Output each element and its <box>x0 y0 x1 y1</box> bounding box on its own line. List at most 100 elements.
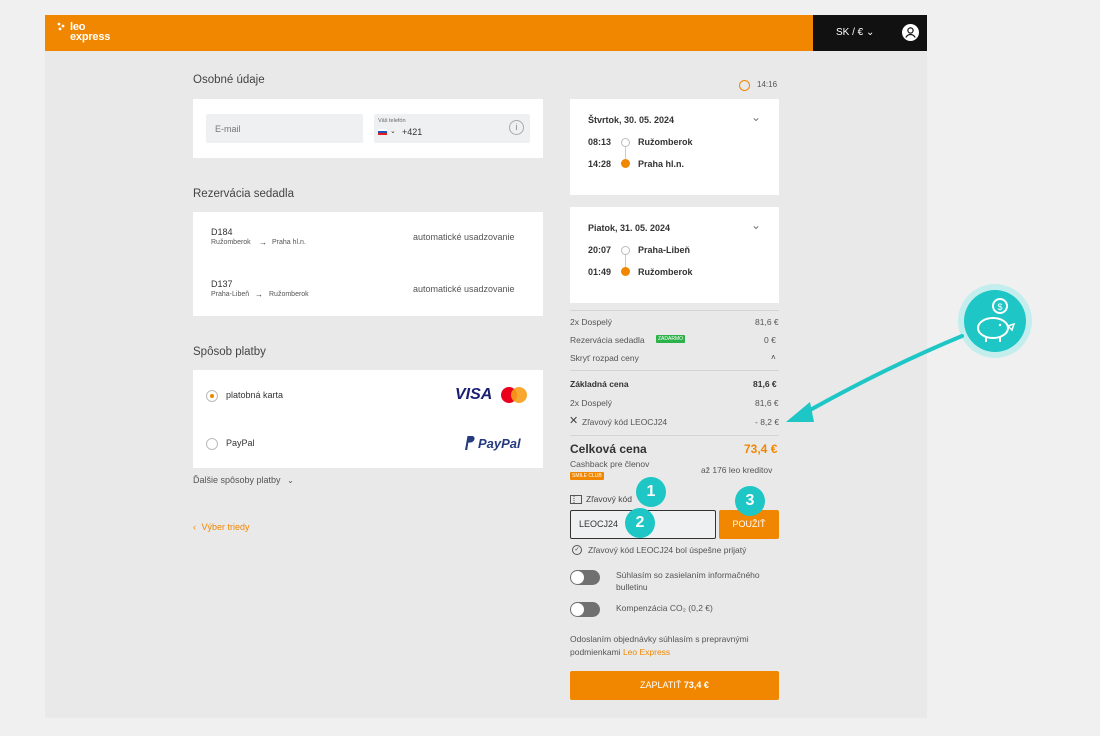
back-to-class-label: Výber triedy <box>201 522 250 532</box>
arrival-station: Ružomberok <box>638 267 693 277</box>
seat-card: D184 Ružomberok → Praha hl.n. automatick… <box>193 212 543 316</box>
route-to: Ružomberok <box>269 291 309 298</box>
total-price-value: 73,4 € <box>744 442 778 456</box>
divider <box>570 370 779 371</box>
arrival-time: 14:28 <box>588 159 612 169</box>
payment-card: platobná karta VISA PayPal PayPal <box>193 370 543 468</box>
trip-card-return[interactable]: Piatok, 31. 05. 2024 ⌄ 20:07 Praha-Libeň… <box>570 207 779 303</box>
phone-field[interactable]: Váš telefón ⌄ +421 i <box>374 114 530 143</box>
language-currency-selector[interactable]: SK / € ⌄ <box>836 27 874 38</box>
info-icon[interactable]: i <box>509 120 524 135</box>
terms-text-prefix: podmienkami <box>570 647 621 657</box>
train-number: D137 <box>211 279 233 289</box>
chevron-down-icon[interactable]: ⌄ <box>751 110 761 124</box>
arrival-dot-icon <box>621 159 630 168</box>
cashback-value: až 176 leo kreditov <box>701 465 773 475</box>
payment-radio-paypal[interactable] <box>206 438 218 450</box>
arrival-station: Praha hl.n. <box>638 159 685 169</box>
promo-code-value: LEOCJ24 <box>579 519 619 529</box>
payment-option-paypal-label[interactable]: PayPal <box>226 438 255 448</box>
payment-option-card-label[interactable]: platobná karta <box>226 390 283 400</box>
co2-toggle[interactable] <box>570 602 600 617</box>
chevron-down-icon[interactable]: ⌄ <box>390 127 396 135</box>
arrival-dot-icon <box>621 267 630 276</box>
promo-code-label: Zľavový kód <box>586 494 632 504</box>
train-number: D184 <box>211 227 233 237</box>
departure-dot-icon <box>621 138 630 147</box>
remove-discount-icon[interactable]: ✕ <box>569 414 578 427</box>
more-payment-methods-link[interactable]: Ďalšie spôsoby platby ⌄ <box>193 475 294 485</box>
chevron-down-icon[interactable]: ⌄ <box>751 218 761 232</box>
departure-station: Praha-Libeň <box>638 245 691 255</box>
divider <box>570 310 779 311</box>
phone-label: Váš telefón <box>378 118 406 124</box>
seat-reservation-label: Rezervácia sedadla <box>570 335 645 345</box>
promo-success-message: Zľavový kód LEOCJ24 bol úspešne prijatý <box>588 545 747 555</box>
total-price-label: Celková cena <box>570 442 647 456</box>
base-price-value: 81,6 € <box>753 379 777 389</box>
phone-prefix: +421 <box>402 127 423 137</box>
terms-link[interactable]: Leo Express <box>623 647 670 657</box>
back-to-class-link[interactable]: ‹ Výber triedy <box>193 522 250 532</box>
ticket-icon <box>570 495 582 504</box>
arrow-annotation-icon <box>786 334 964 422</box>
free-badge: ZADARMO <box>656 335 685 343</box>
header-user-area: SK / € ⌄ <box>813 15 927 51</box>
visa-logo-icon: VISA <box>455 386 493 403</box>
departure-time: 08:13 <box>588 137 612 147</box>
timer-icon <box>739 80 750 91</box>
arrow-right-icon: → <box>259 238 267 247</box>
svg-text:$: $ <box>997 302 1002 312</box>
divider <box>570 435 779 436</box>
chevron-down-icon: ⌄ <box>287 476 294 485</box>
cashback-label: Cashback pre členov <box>570 459 650 469</box>
departure-station: Ružomberok <box>638 137 693 147</box>
check-circle-icon: ✓ <box>572 545 582 555</box>
email-placeholder: E-mail <box>215 124 241 134</box>
arrival-time: 01:49 <box>588 267 612 277</box>
slovakia-flag-icon[interactable] <box>378 129 387 135</box>
adults-value: 81,6 € <box>755 398 779 408</box>
terms-text-line1: Odoslaním objednávky súhlasím s prepravn… <box>570 634 749 644</box>
seat-reservation-value: 0 € <box>764 335 776 345</box>
smile-club-badge: SMILE CLUB <box>570 472 604 480</box>
seat-mode[interactable]: automatické usadzovanie <box>413 232 515 242</box>
user-account-icon[interactable] <box>902 24 919 41</box>
terms-text-line2: podmienkami Leo Express <box>570 647 670 657</box>
annotation-badge-2: 2 <box>625 508 655 538</box>
annotation-badge-3: 3 <box>735 486 765 516</box>
pay-button-label: ZAPLATIŤ <box>640 680 682 690</box>
seat-mode[interactable]: automatické usadzovanie <box>413 284 515 294</box>
newsletter-label-line1: Súhlasím so zasielaním informačného <box>616 570 760 580</box>
base-price-label: Základná cena <box>570 379 629 389</box>
route-from: Praha-Libeň <box>211 291 250 298</box>
departure-time: 20:07 <box>588 245 612 255</box>
adults-label: 2x Dospelý <box>570 398 613 408</box>
annotation-badge-1: 1 <box>636 477 666 507</box>
newsletter-label-line2: bulletinu <box>616 582 648 592</box>
chevron-left-icon: ‹ <box>193 522 196 532</box>
route-line <box>625 255 626 267</box>
adults-label: 2x Dospelý <box>570 317 613 327</box>
timer-text: 14:16 <box>757 80 778 89</box>
trip-date: Štvrtok, 30. 05. 2024 <box>588 115 675 125</box>
route-to: Praha hl.n. <box>272 239 306 246</box>
pay-button[interactable]: ZAPLATIŤ 73,4 € <box>570 671 779 700</box>
route-from: Ružomberok <box>211 239 251 246</box>
pay-button-amount: 73,4 € <box>683 680 709 690</box>
paypal-logo-text: PayPal <box>478 436 521 451</box>
payment-radio-card[interactable] <box>206 390 218 402</box>
mastercard-logo-icon <box>501 387 527 403</box>
arrow-right-icon: → <box>255 290 263 299</box>
personal-section-title: Osobné údaje <box>193 74 265 86</box>
email-field[interactable]: E-mail <box>206 114 363 143</box>
discount-value: - 8,2 € <box>755 417 780 427</box>
newsletter-toggle[interactable] <box>570 570 600 585</box>
logo-text-line2: express <box>70 31 111 43</box>
trip-card-outbound[interactable]: Štvrtok, 30. 05. 2024 ⌄ 08:13 Ružomberok… <box>570 99 779 195</box>
co2-label: Kompenzácia CO₂ (0,2 €) <box>616 603 713 613</box>
paypal-logo-icon <box>465 436 475 450</box>
hide-breakdown-label: Skryť rozpad ceny <box>570 353 639 363</box>
discount-label: Zľavový kód LEOCJ24 <box>582 417 668 427</box>
toggle-price-breakdown[interactable]: Skryť rozpad ceny ˄ <box>570 353 779 365</box>
